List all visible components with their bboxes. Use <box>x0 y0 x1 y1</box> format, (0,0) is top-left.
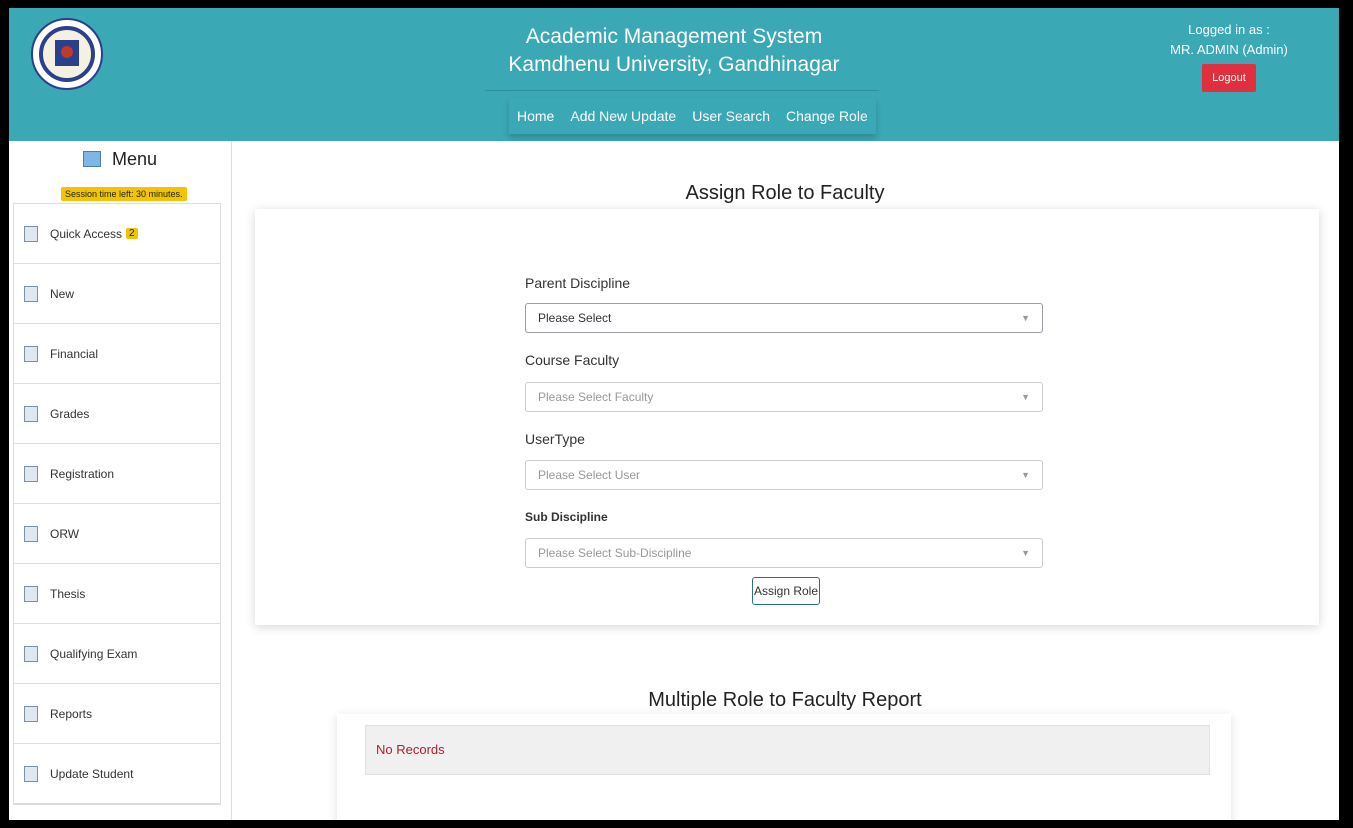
menu-header: Menu <box>9 149 231 170</box>
sidebar-menu: Quick Access 2 New Financial Grades Regi… <box>13 203 221 805</box>
user-type-placeholder: Please Select User <box>538 468 641 482</box>
orw-icon <box>24 525 38 542</box>
home-icon <box>82 151 101 167</box>
top-nav: Home Add New Update User Search Change R… <box>509 98 876 134</box>
sidebar-item-new[interactable]: New <box>14 264 220 324</box>
sidebar-item-label: Qualifying Exam <box>50 646 138 661</box>
quick-access-icon <box>24 225 38 242</box>
chevron-down-icon: ▼ <box>1021 392 1030 402</box>
sidebar-item-label: Reports <box>50 706 93 721</box>
quick-access-count-badge: 2 <box>126 228 138 239</box>
thesis-icon <box>24 585 38 602</box>
nav-change-role[interactable]: Change Role <box>778 98 876 134</box>
chevron-down-icon: ▼ <box>1021 470 1030 480</box>
registration-icon <box>24 465 38 482</box>
sidebar-item-label: New <box>50 286 75 301</box>
session-timer-badge: Session time left: 30 minutes. <box>61 187 187 201</box>
menu-label: Menu <box>111 149 158 169</box>
sub-discipline-select[interactable]: Please Select Sub-Discipline ▼ <box>525 538 1043 568</box>
qualifying-exam-icon <box>24 645 38 662</box>
header: Academic Management System Kamdhenu Univ… <box>9 8 1339 141</box>
parent-discipline-value: Please Select <box>538 311 612 325</box>
university-name: Kamdhenu University, Gandhinagar <box>508 53 840 76</box>
sidebar-item-grades[interactable]: Grades <box>14 384 220 444</box>
user-info: Logged in as : MR. ADMIN (Admin) Logout <box>1159 20 1299 92</box>
logout-button[interactable]: Logout <box>1202 64 1256 92</box>
course-faculty-placeholder: Please Select Faculty <box>538 390 654 404</box>
nav-user-search[interactable]: User Search <box>684 98 778 134</box>
nav-home[interactable]: Home <box>509 98 562 134</box>
report-title: Multiple Role to Faculty Report <box>648 689 922 711</box>
sidebar-item-qualifying-exam[interactable]: Qualifying Exam <box>14 624 220 684</box>
no-records-message: No Records <box>365 725 1210 775</box>
sidebar-item-update-student[interactable]: Update Student <box>14 744 220 804</box>
financial-icon <box>24 345 38 362</box>
reports-icon <box>24 705 38 722</box>
parent-discipline-select[interactable]: Please Select ▼ <box>525 303 1043 333</box>
update-student-icon <box>24 765 38 782</box>
sidebar-item-registration[interactable]: Registration <box>14 444 220 504</box>
sidebar: Menu Session time left: 30 minutes. Quic… <box>9 141 232 820</box>
app-title: Academic Management System <box>525 25 823 48</box>
sidebar-item-label: Update Student <box>50 766 134 781</box>
course-faculty-label: Course Faculty <box>525 352 620 368</box>
parent-discipline-label: Parent Discipline <box>525 275 631 291</box>
sub-discipline-placeholder: Please Select Sub-Discipline <box>538 546 692 560</box>
title-divider <box>485 90 879 91</box>
chevron-down-icon: ▼ <box>1021 313 1030 323</box>
sidebar-item-label: ORW <box>50 526 80 541</box>
sidebar-item-label: Thesis <box>50 586 86 601</box>
new-icon <box>24 285 38 302</box>
app-window: Academic Management System Kamdhenu Univ… <box>9 8 1339 820</box>
assign-role-form: Parent Discipline Please Select ▼ Course… <box>255 209 1319 625</box>
course-faculty-select[interactable]: Please Select Faculty ▼ <box>525 382 1043 412</box>
user-name: MR. ADMIN (Admin) <box>1170 42 1288 57</box>
sidebar-item-label: Financial <box>50 346 99 361</box>
sidebar-item-label: Quick Access <box>50 226 123 241</box>
grades-icon <box>24 405 38 422</box>
sidebar-item-orw[interactable]: ORW <box>14 504 220 564</box>
sidebar-item-reports[interactable]: Reports <box>14 684 220 744</box>
user-type-label: UserType <box>525 431 585 447</box>
sidebar-item-thesis[interactable]: Thesis <box>14 564 220 624</box>
sidebar-item-quick-access[interactable]: Quick Access 2 <box>14 204 220 264</box>
user-type-select[interactable]: Please Select User ▼ <box>525 460 1043 490</box>
nav-add-new-update[interactable]: Add New Update <box>562 98 684 134</box>
sidebar-item-label: Grades <box>50 406 90 421</box>
sidebar-item-label: Registration <box>50 466 115 481</box>
sidebar-item-financial[interactable]: Financial <box>14 324 220 384</box>
assign-role-button[interactable]: Assign Role <box>752 577 820 605</box>
logged-in-label: Logged in as : <box>1188 22 1270 37</box>
sub-discipline-label: Sub Discipline <box>525 510 608 524</box>
page-title: Assign Role to Faculty <box>685 182 885 204</box>
chevron-down-icon: ▼ <box>1021 548 1030 558</box>
